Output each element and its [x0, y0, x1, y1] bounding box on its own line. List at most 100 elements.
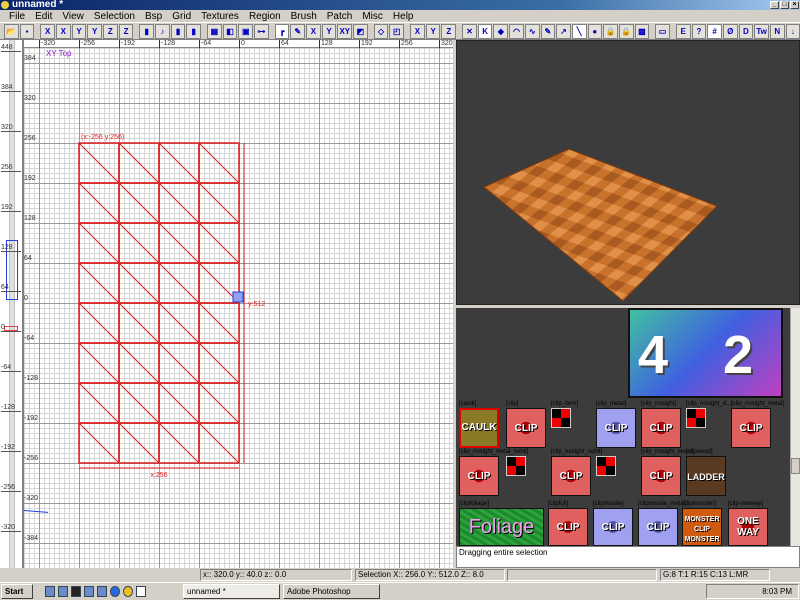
texture-tile[interactable]: CAULK: [459, 408, 499, 448]
help-icon[interactable]: ?: [691, 24, 707, 39]
maximize-button[interactable]: □: [780, 1, 789, 9]
flip-x-icon[interactable]: X: [40, 24, 56, 39]
texture-tile[interactable]: [551, 408, 571, 428]
texture-tile[interactable]: CLIP: [638, 508, 678, 546]
menu-bsp[interactable]: Bsp: [140, 10, 167, 22]
lock-all-icon[interactable]: 🔒: [618, 24, 634, 39]
dont-select-curve-icon[interactable]: ╲: [571, 24, 587, 39]
task-unnamed[interactable]: unnamed *: [183, 584, 280, 599]
menu-region[interactable]: Region: [244, 10, 286, 22]
curve-cap-icon[interactable]: ✕: [462, 24, 477, 39]
axis-y-icon[interactable]: Y: [425, 24, 441, 39]
menu-help[interactable]: Help: [388, 10, 419, 22]
drop-icon[interactable]: ↓: [785, 24, 800, 39]
texture-tile[interactable]: Foliage: [459, 508, 544, 546]
scroll-thumb[interactable]: [791, 458, 800, 474]
patch-thicken-icon[interactable]: ◆: [493, 24, 509, 39]
texture-browser[interactable]: 4 2 [caulk] CAULK [clip] CLIP [clip_item] [cl…: [456, 308, 790, 546]
no-entities-icon[interactable]: Ø: [722, 24, 738, 39]
quicklaunch-icon[interactable]: [136, 586, 146, 597]
change-views-icon[interactable]: ┏: [274, 24, 290, 39]
texture-lock-icon[interactable]: ✎: [290, 24, 306, 39]
rotate-y-icon[interactable]: Y: [87, 24, 103, 39]
minimize-button[interactable]: _: [770, 1, 779, 9]
axis-z-icon[interactable]: Z: [441, 24, 457, 39]
quicklaunch-icon[interactable]: [84, 586, 94, 597]
quicklaunch-icon[interactable]: [45, 586, 55, 597]
start-button[interactable]: Start: [1, 584, 33, 599]
texture-tile[interactable]: ONE WAY: [728, 508, 768, 546]
rotate-icon[interactable]: ◇: [373, 24, 389, 39]
texture-y-icon[interactable]: Y: [321, 24, 337, 39]
camera-view-icon[interactable]: ◩: [353, 24, 368, 39]
flip-z-icon[interactable]: Z: [103, 24, 118, 39]
quicklaunch-icon[interactable]: [97, 586, 107, 597]
patch-invert-icon[interactable]: ✎: [540, 24, 556, 39]
camera-view[interactable]: [456, 40, 800, 305]
brush-overlay[interactable]: (x:-256 y:256) x:256 y:512: [24, 40, 453, 568]
z-view[interactable]: 448 384 320 256 192 128 64 0 -64 -128 -192 -256 -320: [0, 40, 24, 568]
no-clip-icon[interactable]: N: [769, 24, 785, 39]
ie-icon[interactable]: [110, 586, 120, 597]
select-curve-icon[interactable]: K: [477, 24, 493, 39]
menu-patch[interactable]: Patch: [322, 10, 358, 22]
menu-grid[interactable]: Grid: [167, 10, 196, 22]
texture-tile[interactable]: [686, 408, 706, 428]
scale-xy-icon[interactable]: XY: [337, 24, 353, 39]
entity-list-icon[interactable]: E: [675, 24, 691, 39]
detail-icon[interactable]: D: [738, 24, 754, 39]
texture-tile[interactable]: LADDER: [686, 456, 726, 496]
rotate-x-icon[interactable]: X: [56, 24, 71, 39]
axis-x-icon[interactable]: X: [410, 24, 425, 39]
menu-view[interactable]: View: [57, 10, 89, 22]
patch-bend-icon[interactable]: ◠: [509, 24, 524, 39]
texture-tile[interactable]: [506, 456, 526, 476]
show-entities-icon[interactable]: ●: [587, 24, 603, 39]
menu-selection[interactable]: Selection: [89, 10, 140, 22]
texture-scrollbar[interactable]: [790, 308, 800, 546]
close-button[interactable]: ×: [790, 1, 799, 9]
cubic-clip-icon[interactable]: ▩: [634, 24, 650, 39]
camera-icon[interactable]: [24, 510, 49, 513]
select-touching-icon[interactable]: ♪: [155, 24, 170, 39]
quicklaunch-icon[interactable]: [123, 586, 133, 597]
flip-y-icon[interactable]: Y: [71, 24, 87, 39]
quicklaunch-icon[interactable]: [71, 586, 81, 597]
texture-tile[interactable]: CLIP: [593, 508, 633, 546]
texture-tile[interactable]: CLIP: [548, 508, 588, 546]
quicklaunch-icon[interactable]: [58, 586, 68, 597]
scale-icon[interactable]: ◰: [389, 24, 405, 39]
texture-tile[interactable]: MONSTER CLIP MONSTER: [682, 508, 722, 546]
save-icon[interactable]: ▪: [19, 24, 35, 39]
texture-tile[interactable]: CLIP: [506, 408, 546, 448]
texture-tile[interactable]: CLIP: [641, 456, 681, 496]
hollow-icon[interactable]: ▣: [238, 24, 254, 39]
rotate-z-icon[interactable]: Z: [118, 24, 134, 39]
floor-brush[interactable]: [483, 148, 718, 302]
lock-icon[interactable]: 🔒: [603, 24, 618, 39]
z-handle-icon[interactable]: [232, 291, 244, 303]
menu-textures[interactable]: Textures: [196, 10, 244, 22]
texture-tile[interactable]: CLIP: [641, 408, 681, 448]
patch-tesselate-icon[interactable]: ∿: [524, 24, 540, 39]
grid-icon[interactable]: #: [707, 24, 722, 39]
select-complete-tall-icon[interactable]: ▮: [139, 24, 155, 39]
select-partial-tall-icon[interactable]: ▮: [170, 24, 186, 39]
texture-preview-42[interactable]: 4 2: [628, 308, 783, 398]
clipper-icon[interactable]: ⊶: [254, 24, 269, 39]
csg-merge-icon[interactable]: ◧: [222, 24, 238, 39]
task-photoshop[interactable]: Adobe Photoshop: [283, 584, 380, 599]
texture-x-icon[interactable]: X: [306, 24, 321, 39]
menu-misc[interactable]: Misc: [357, 10, 388, 22]
texture-tile[interactable]: CLIP: [596, 408, 636, 448]
texture-tile[interactable]: [596, 456, 616, 476]
select-inside-icon[interactable]: ▮: [186, 24, 202, 39]
show-paths-icon[interactable]: ▭: [655, 24, 670, 39]
xy-view[interactable]: XY Top (x:-256 y:256) x:256 y:512 -320 -256…: [24, 40, 453, 568]
tw-icon[interactable]: Tw: [754, 24, 769, 39]
menu-brush[interactable]: Brush: [286, 10, 322, 22]
csg-subtract-icon[interactable]: ▦: [207, 24, 222, 39]
menu-edit[interactable]: Edit: [30, 10, 57, 22]
menu-file[interactable]: File: [4, 10, 30, 22]
patch-matrix-icon[interactable]: ↗: [556, 24, 571, 39]
